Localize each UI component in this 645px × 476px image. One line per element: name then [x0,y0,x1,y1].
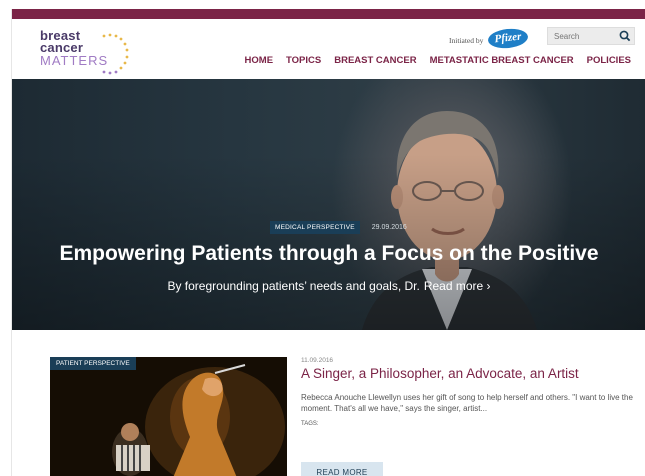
site-logo[interactable]: breast cancer MATTERS [40,29,130,78]
search-input[interactable] [548,28,618,44]
article-date: 11.09.2016 [301,357,334,364]
article-image[interactable]: PATIENT PERSPECTIVE [50,357,287,476]
article-category-badge[interactable]: PATIENT PERSPECTIVE [50,357,136,370]
article-excerpt: Rebecca Anouche Llewellyn uses her gift … [301,393,633,413]
nav-item-policies[interactable]: POLICIES [587,54,631,68]
hero-meta: MEDICAL PERSPECTIVE 29.09.2016 [270,221,407,234]
top-accent-bar [12,9,645,19]
hero-subtitle-text: By foregrounding patients’ needs and goa… [167,279,420,293]
nav-item-topics[interactable]: TOPICS [286,54,321,68]
hero-category-badge[interactable]: MEDICAL PERSPECTIVE [270,221,360,234]
hero-read-more-link[interactable]: Read more › [424,279,491,293]
initiated-by-label: Initiated by [449,36,484,45]
hero-date: 29.09.2016 [371,224,407,231]
article-photo [50,357,287,476]
nav-item-home[interactable]: HOME [245,54,274,68]
search-icon[interactable] [618,29,632,43]
main-nav: HOME TOPICS BREAST CANCER METASTATIC BRE… [245,54,631,68]
article-title[interactable]: A Singer, a Philosopher, an Advocate, an… [301,365,579,382]
pfizer-logo[interactable]: Pfizer [487,26,529,51]
article-tags-label: TAGS: [301,421,319,427]
search-box [547,27,635,45]
nav-item-metastatic-breast-cancer[interactable]: METASTATIC BREAST CANCER [430,54,574,68]
hero-title[interactable]: Empowering Patients through a Focus on t… [12,241,645,267]
logo-dots-icon [102,33,129,75]
hero-subtitle: By foregrounding patients’ needs and goa… [12,278,645,294]
nav-item-breast-cancer[interactable]: BREAST CANCER [334,54,416,68]
read-more-button[interactable]: READ MORE [301,462,383,476]
page: breast cancer MATTERS Initiated by Pfize… [11,9,645,476]
